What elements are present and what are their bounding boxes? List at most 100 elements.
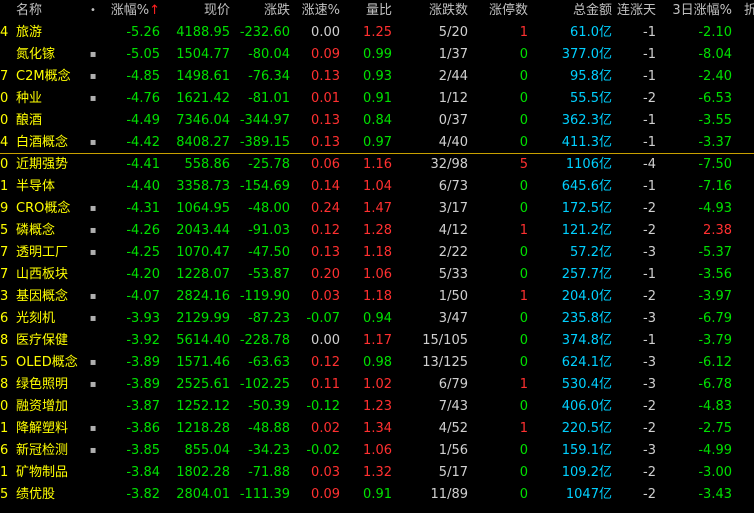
- table-row[interactable]: 1 降解塑料 ▪ -3.86 1218.28 -48.88 0.02 1.34 4/52 1 220…: [0, 418, 754, 440]
- sector-name: 绩优股: [16, 487, 56, 502]
- table-row[interactable]: 4 旅游 -5.26 4188.95 -232.60 0.00 1.25 5/20 1 61.0亿…: [0, 22, 754, 44]
- table-row[interactable]: 4 白酒概念 ▪ -4.42 8408.27 -389.15 0.13 0.97 4/40 0 41…: [0, 132, 754, 154]
- table-row[interactable]: 5 OLED概念 ▪ -3.89 1571.46 -63.63 0.12 0.98 13/125…: [0, 352, 754, 374]
- table-row[interactable]: 0 种业 ▪ -4.76 1621.42 -81.01 0.01 0.91 1/12 0 55.5亿…: [0, 88, 754, 110]
- col-header-limit-up-count[interactable]: 涨停数: [474, 0, 528, 22]
- speed-pct: 0.06: [311, 157, 340, 172]
- table-row[interactable]: 0 近期强势 -4.41 558.86 -25.78 0.06 1.16 32/98 5 1106…: [0, 154, 754, 176]
- speed-pct: -0.12: [306, 399, 340, 414]
- row-index: 7: [0, 245, 9, 260]
- col-header-amount[interactable]: 总金额: [532, 0, 612, 22]
- sector-name: 半导体: [16, 179, 56, 194]
- amount-unit: 亿: [598, 157, 612, 172]
- limit-up-count: 0: [519, 179, 528, 194]
- delta: -102.25: [239, 377, 290, 392]
- row-index: 8: [0, 333, 9, 348]
- col-header-volume-ratio[interactable]: 量比: [346, 0, 392, 22]
- col-header-change-pct[interactable]: 涨幅%↑: [100, 0, 160, 22]
- table-row[interactable]: 5 绩优股 -3.82 2804.01 -111.39 0.09 0.91 11/89 0 104…: [0, 484, 754, 506]
- table-row[interactable]: 8 绿色照明 ▪ -3.89 2525.61 -102.25 0.11 1.02 6/79 1 53…: [0, 374, 754, 396]
- price: 1228.07: [176, 267, 230, 282]
- speed-pct: 0.03: [311, 289, 340, 304]
- amount-unit: 亿: [598, 179, 612, 194]
- change-pct: -3.82: [126, 487, 160, 502]
- sector-name: 光刻机: [16, 311, 56, 326]
- col-header-up-down-count[interactable]: 涨跌数: [400, 0, 468, 22]
- row-index: 0: [0, 91, 9, 106]
- amount-unit: 亿: [598, 223, 612, 238]
- row-index: 5: [0, 355, 9, 370]
- table-row[interactable]: 7 透明工厂 ▪ -4.25 1070.47 -47.50 0.13 1.18 2/22 0 57.…: [0, 242, 754, 264]
- up-down-count: 1/37: [438, 47, 468, 62]
- table-row[interactable]: 6 光刻机 ▪ -3.93 2129.99 -87.23 -0.07 0.94 3/47 0 235…: [0, 308, 754, 330]
- table-row[interactable]: 7 C2M概念 ▪ -4.85 1498.61 -76.34 0.13 0.93 2/44 0 95…: [0, 66, 754, 88]
- change-pct: -3.85: [126, 443, 160, 458]
- streak-days: -1: [643, 69, 656, 84]
- sector-name: 医疗保健: [16, 333, 69, 348]
- three-day-change: -7.16: [698, 179, 732, 194]
- sector-name: 白酒概念: [16, 135, 69, 150]
- streak-days: -1: [643, 267, 656, 282]
- row-marker: ▪: [89, 357, 97, 368]
- price: 4188.95: [176, 25, 230, 40]
- table-row[interactable]: 7 山西板块 -4.20 1228.07 -53.87 0.20 1.06 5/33 0 257.…: [0, 264, 754, 286]
- limit-up-count: 0: [519, 69, 528, 84]
- table-row[interactable]: 1 矿物制品 -3.84 1802.28 -71.88 0.03 1.32 5/17 0 109.…: [0, 462, 754, 484]
- table-row[interactable]: 0 酿酒 -4.49 7346.04 -344.97 0.13 0.84 0/37 0 362.3…: [0, 110, 754, 132]
- total-amount: 624.1亿: [532, 352, 612, 374]
- table-row[interactable]: 1 半导体 -4.40 3358.73 -154.69 0.14 1.04 6/73 0 645.…: [0, 176, 754, 198]
- table-row[interactable]: 0 融资增加 -3.87 1252.12 -50.39 -0.12 1.23 7/43 0 406…: [0, 396, 754, 418]
- change-pct: -4.41: [126, 157, 160, 172]
- table-row[interactable]: 氮化镓 ▪ -5.05 1504.77 -80.04 0.09 0.99 1/37 0 377.0…: [0, 44, 754, 66]
- three-day-change: -6.12: [698, 355, 732, 370]
- col-header-3day-change[interactable]: 3日涨幅%: [662, 0, 732, 22]
- col-header-name[interactable]: 名称: [16, 0, 90, 22]
- amount-value: 235.8: [561, 311, 599, 326]
- sector-name: C2M概念: [16, 69, 71, 84]
- table-row[interactable]: 5 磷概念 ▪ -4.26 2043.44 -91.03 0.12 1.28 4/12 1 121.…: [0, 220, 754, 242]
- amount-value: 257.7: [561, 267, 599, 282]
- three-day-change: -5.37: [698, 245, 732, 260]
- price: 1621.42: [176, 91, 230, 106]
- sector-name: 矿物制品: [16, 465, 69, 480]
- group-separator-line: [0, 153, 754, 154]
- limit-up-count: 5: [519, 157, 528, 172]
- limit-up-count: 0: [519, 487, 528, 502]
- up-down-count: 2/22: [438, 245, 468, 260]
- col-header-speed[interactable]: 涨速%: [296, 0, 340, 22]
- table-row[interactable]: 3 基因概念 ▪ -4.07 2824.16 -119.90 0.03 1.18 1/50 1 20…: [0, 286, 754, 308]
- row-marker: ▪: [89, 93, 97, 104]
- total-amount: 645.6亿: [532, 176, 612, 198]
- streak-days: -1: [643, 25, 656, 40]
- table-row[interactable]: 6 新冠检测 ▪ -3.85 855.04 -34.23 -0.02 1.06 1/56 0 159…: [0, 440, 754, 462]
- col-header-extra[interactable]: 折: [744, 0, 754, 22]
- price: 855.04: [184, 443, 231, 458]
- row-marker: [88, 330, 98, 352]
- change-pct: -4.76: [126, 91, 160, 106]
- three-day-change: -6.78: [698, 377, 732, 392]
- table-row[interactable]: 8 医疗保健 -3.92 5614.40 -228.78 0.00 1.17 15/105 0 3…: [0, 330, 754, 352]
- total-amount: 55.5亿: [532, 88, 612, 110]
- row-marker: ▪: [89, 203, 97, 214]
- amount-value: 1047: [565, 487, 599, 502]
- total-amount: 159.1亿: [532, 440, 612, 462]
- amount-value: 377.0: [561, 47, 599, 62]
- streak-days: -1: [643, 333, 656, 348]
- total-amount: 109.2亿: [532, 462, 612, 484]
- row-index: 3: [0, 289, 9, 304]
- streak-days: -1: [643, 135, 656, 150]
- row-index: 1: [0, 465, 9, 480]
- col-header-streak-days[interactable]: 连涨天: [614, 0, 656, 22]
- limit-up-count: 0: [519, 245, 528, 260]
- col-header-delta[interactable]: 涨跌: [234, 0, 290, 22]
- amount-unit: 亿: [598, 135, 612, 150]
- price: 2804.01: [176, 487, 230, 502]
- speed-pct: 0.09: [311, 487, 340, 502]
- limit-up-count: 0: [519, 333, 528, 348]
- table-row[interactable]: 9 CRO概念 ▪ -4.31 1064.95 -48.00 0.24 1.47 3/17 0 17…: [0, 198, 754, 220]
- col-header-price[interactable]: 现价: [166, 0, 230, 22]
- amount-value: 374.8: [561, 333, 599, 348]
- delta: -71.88: [248, 465, 290, 480]
- amount-value: 109.2: [561, 465, 599, 480]
- speed-pct: 0.03: [311, 465, 340, 480]
